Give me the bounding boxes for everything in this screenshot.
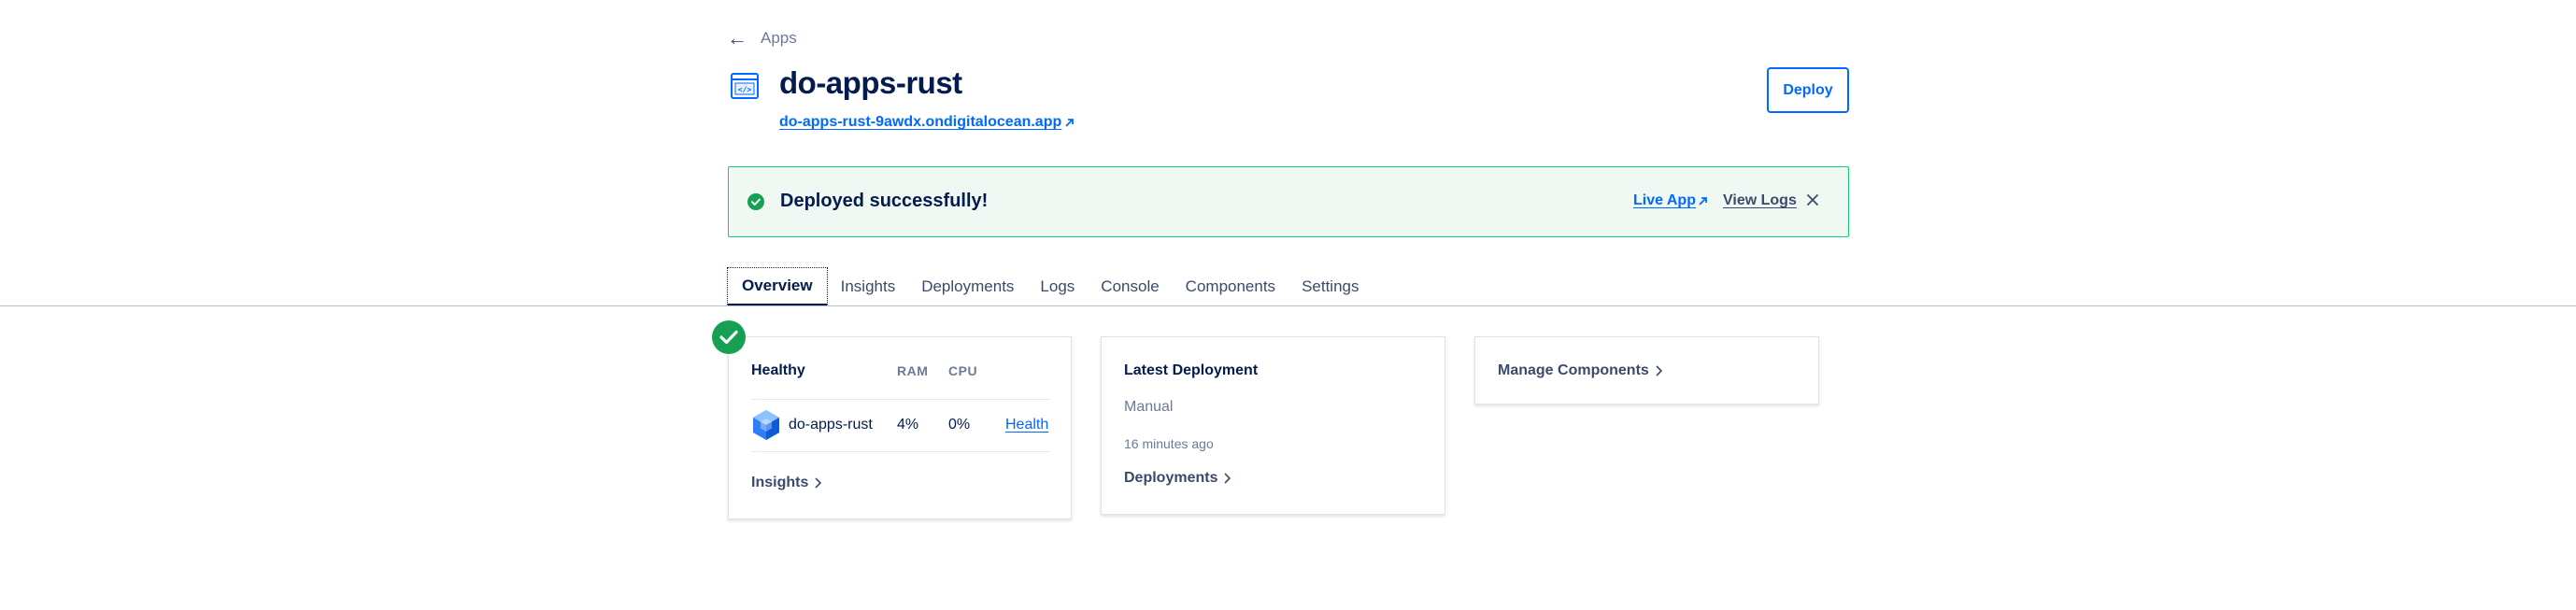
tab-settings[interactable]: Settings (1288, 267, 1372, 306)
divider (751, 451, 1050, 452)
cpu-value: 0% (948, 417, 971, 433)
deployment-type: Manual (1124, 399, 1174, 415)
hexagon-cube-icon (753, 410, 779, 440)
component-name: do-apps-rust (789, 417, 873, 433)
external-link-icon (1699, 196, 1707, 206)
cpu-column-header: CPU (948, 363, 978, 378)
deployment-time: 16 minutes ago (1124, 436, 1214, 451)
breadcrumb[interactable]: ← Apps (727, 28, 797, 49)
close-icon[interactable] (1805, 192, 1820, 207)
chevron-right-icon (1656, 365, 1662, 376)
tab-console[interactable]: Console (1088, 267, 1172, 306)
page-title: do-apps-rust (779, 65, 962, 100)
live-app-link[interactable]: Live App (1633, 192, 1708, 209)
live-app-label[interactable]: Live App (1633, 192, 1696, 209)
manage-components-link[interactable]: Manage Components (1498, 362, 1662, 379)
view-logs-link[interactable]: View Logs (1723, 192, 1797, 209)
tabs-divider (0, 305, 2576, 306)
insights-link[interactable]: Insights (751, 475, 822, 491)
ram-column-header: RAM (897, 363, 929, 378)
check-circle-icon (712, 320, 746, 354)
ram-value: 4% (897, 417, 919, 433)
chevron-right-icon (1224, 473, 1231, 484)
app-url-text[interactable]: do-apps-rust-9awdx.ondigitalocean.app (779, 114, 1061, 131)
arrow-left-icon[interactable]: ← (727, 28, 747, 49)
deploy-button[interactable]: Deploy (1767, 67, 1849, 113)
deployments-link-label[interactable]: Deployments (1124, 470, 1217, 487)
insights-link-label[interactable]: Insights (751, 475, 808, 491)
health-status-title: Healthy (751, 362, 805, 378)
breadcrumb-apps-link[interactable]: Apps (761, 29, 797, 48)
code-window-icon: </> (731, 73, 759, 99)
deployments-link[interactable]: Deployments (1124, 470, 1231, 487)
tab-deployments[interactable]: Deployments (908, 267, 1027, 306)
health-card: Healthy RAM CPU do-apps-rust 4% 0% Healt… (728, 336, 1072, 519)
tab-insights[interactable]: Insights (828, 267, 909, 306)
tab-logs[interactable]: Logs (1027, 267, 1088, 306)
divider (751, 399, 1050, 400)
tab-overview[interactable]: Overview (727, 267, 828, 306)
external-link-icon (1065, 118, 1075, 127)
app-url-link[interactable]: do-apps-rust-9awdx.ondigitalocean.app (779, 114, 1075, 131)
tab-bar: Overview Insights Deployments Logs Conso… (727, 267, 1373, 306)
check-circle-icon (747, 193, 764, 210)
manage-components-card[interactable]: Manage Components (1474, 336, 1819, 404)
health-link[interactable]: Health (1005, 417, 1048, 433)
tab-components[interactable]: Components (1173, 267, 1288, 306)
latest-deployment-card: Latest Deployment Manual 16 minutes ago … (1101, 336, 1445, 515)
chevron-right-icon (815, 477, 822, 489)
banner-message: Deployed successfully! (780, 191, 989, 211)
svg-text:</>: </> (738, 86, 752, 94)
manage-components-label[interactable]: Manage Components (1498, 362, 1649, 379)
latest-deployment-title: Latest Deployment (1124, 362, 1259, 378)
